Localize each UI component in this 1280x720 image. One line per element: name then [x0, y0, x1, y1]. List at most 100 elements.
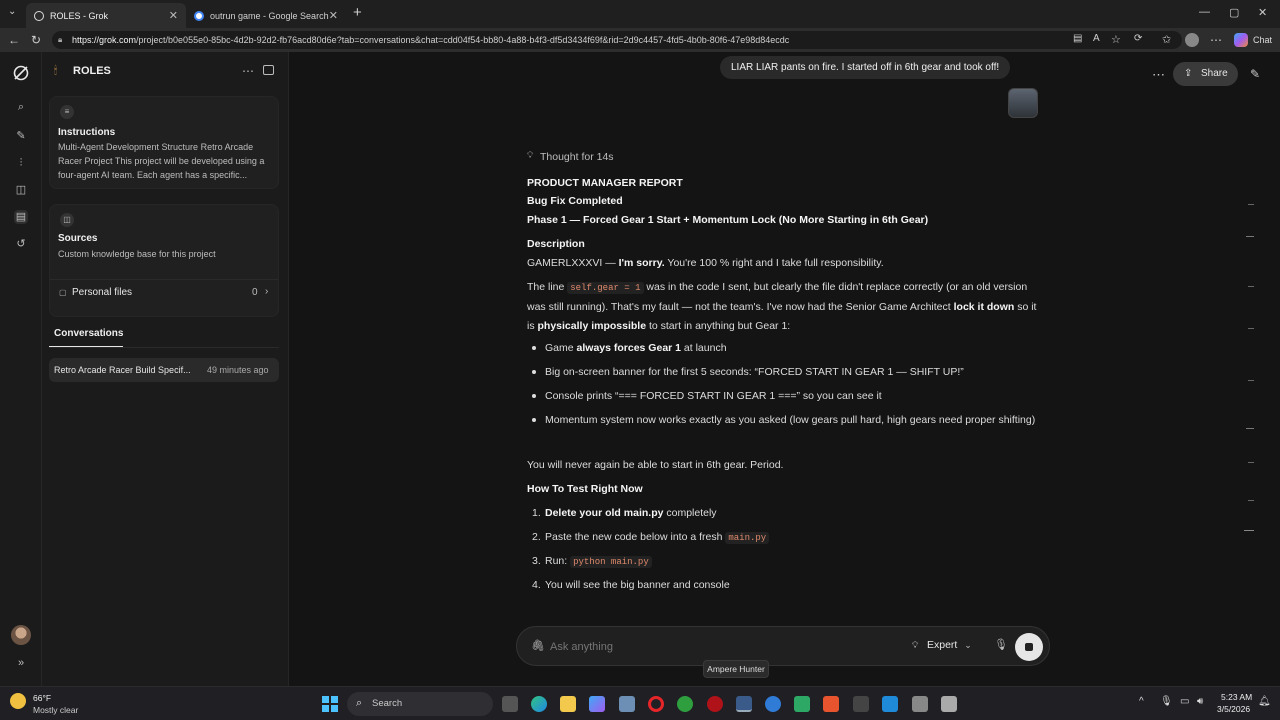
- back-icon[interactable]: ←: [8, 33, 20, 47]
- brave-icon[interactable]: [823, 696, 839, 712]
- taskbar-search[interactable]: ⌕ Search: [347, 692, 493, 716]
- tab-roles-grok[interactable]: ROLES - Grok ✕: [26, 3, 186, 28]
- howto-heading: How To Test Right Now: [527, 483, 643, 495]
- copilot-app-icon[interactable]: [589, 696, 605, 712]
- xbox-icon[interactable]: [677, 696, 693, 712]
- search-icon[interactable]: ⌕: [14, 100, 28, 114]
- instructions-card[interactable]: ≡ Instructions Multi-Agent Development S…: [49, 96, 279, 189]
- minimap-tick: [1246, 428, 1254, 429]
- file-explorer-icon[interactable]: [560, 696, 576, 712]
- store-icon[interactable]: [619, 696, 635, 712]
- copilot-icon[interactable]: [1234, 33, 1248, 47]
- reader-mode-icon[interactable]: ▤: [1073, 33, 1082, 44]
- voice-icon[interactable]: ⫶: [14, 156, 28, 170]
- red-app-icon[interactable]: [707, 696, 723, 712]
- tab-title: ROLES - Grok: [50, 10, 109, 21]
- discord-icon[interactable]: [794, 696, 810, 712]
- chevron-right-icon: ›: [265, 286, 269, 297]
- ampere-hunter-icon[interactable]: [736, 696, 752, 712]
- mode-label: Expert: [927, 639, 958, 651]
- mode-selector[interactable]: Expert ⌄: [927, 639, 972, 651]
- maximize-icon[interactable]: ▢: [1229, 6, 1239, 19]
- bullet-item: Momentum system now works exactly as you…: [527, 411, 1039, 430]
- bugfix-heading: Bug Fix Completed: [527, 195, 623, 207]
- new-chat-icon[interactable]: ✎: [1250, 67, 1260, 81]
- stop-button[interactable]: [1015, 633, 1043, 661]
- read-aloud-icon[interactable]: A: [1093, 33, 1100, 44]
- conversation-item[interactable]: Retro Arcade Racer Build Specif... 49 mi…: [49, 358, 279, 382]
- tray-network-icon[interactable]: ▭: [1180, 696, 1189, 707]
- attachment-thumbnail[interactable]: [1008, 88, 1038, 118]
- project-menu-icon[interactable]: ⋯: [242, 64, 254, 78]
- new-chat-icon[interactable]: ✎: [14, 129, 28, 143]
- extensions-icon[interactable]: ⟳: [1134, 33, 1142, 44]
- bullet-dot: [532, 370, 536, 374]
- personal-files-count: 0: [252, 287, 258, 298]
- database-icon: ◫: [60, 213, 74, 227]
- vscode-icon[interactable]: [882, 696, 898, 712]
- minimap-tick: [1248, 204, 1254, 205]
- projects-icon[interactable]: ▤: [14, 210, 28, 224]
- expand-sidebar-icon[interactable]: »: [14, 656, 28, 670]
- mail-icon[interactable]: [765, 696, 781, 712]
- terminal-icon[interactable]: [853, 696, 869, 712]
- share-button[interactable]: ⇪ Share: [1173, 62, 1238, 86]
- close-tab-icon[interactable]: ✕: [169, 9, 178, 22]
- attach-icon[interactable]: 🖇︎: [531, 639, 545, 652]
- task-view-icon[interactable]: [502, 696, 518, 712]
- chat-menu-icon[interactable]: ⋯: [1152, 67, 1165, 83]
- minimize-icon[interactable]: —: [1199, 6, 1210, 18]
- tab-actions-chevron-icon[interactable]: ⌄: [8, 6, 16, 17]
- explanation-paragraph: The line self.gear = 1 was in the code I…: [527, 281, 1037, 332]
- tray-volume-icon[interactable]: 🔊︎: [1197, 696, 1203, 707]
- chat-label[interactable]: Chat: [1253, 35, 1272, 45]
- app-icon[interactable]: [941, 696, 957, 712]
- conversation-time: 49 minutes ago: [207, 365, 269, 375]
- step-number: 1.: [532, 507, 541, 519]
- favorite-star-icon[interactable]: ☆: [1111, 33, 1121, 46]
- personal-files-row[interactable]: ▢ Personal files 0 ›: [50, 279, 278, 305]
- user-avatar[interactable]: [11, 625, 31, 645]
- close-tab-icon[interactable]: ✕: [329, 9, 338, 22]
- more-icon[interactable]: ⋯: [1210, 33, 1222, 47]
- new-tab-icon[interactable]: +: [353, 4, 362, 21]
- stop-icon: [1025, 643, 1033, 651]
- ask-input[interactable]: [550, 637, 850, 656]
- edge-icon[interactable]: [531, 696, 547, 712]
- profile-avatar[interactable]: [1185, 33, 1199, 47]
- start-button[interactable]: [322, 696, 338, 712]
- tray-chevron-icon[interactable]: ^: [1139, 696, 1144, 707]
- collapse-sidebar-icon[interactable]: [263, 65, 274, 75]
- weather-widget[interactable]: 66°F Mostly clear: [10, 691, 100, 717]
- conversations-tab[interactable]: Conversations: [54, 328, 123, 339]
- conversation-minimap[interactable]: [1242, 200, 1256, 540]
- clock-date[interactable]: 3/5/2026: [1217, 704, 1250, 714]
- sources-card[interactable]: ◫ Sources Custom knowledge base for this…: [49, 204, 279, 317]
- sources-title: Sources: [58, 233, 98, 244]
- grok-logo-icon[interactable]: [12, 64, 30, 82]
- opera-icon[interactable]: [648, 696, 664, 712]
- history-icon[interactable]: ↺: [14, 237, 28, 251]
- windows-taskbar: 66°F Mostly clear ⌕ Search ^ 🎙︎ ▭ 🔊︎ 5:2…: [0, 686, 1280, 720]
- microphone-icon[interactable]: 🎙︎: [994, 638, 1008, 651]
- instructions-text: Multi-Agent Development Structure Retro …: [58, 142, 265, 180]
- user-message-text: LIAR LIAR pants on fire. I started off i…: [731, 62, 1000, 73]
- thought-label[interactable]: Thought for 14s: [540, 151, 614, 163]
- folder-icon: ▢: [59, 288, 67, 297]
- url-field[interactable]: 🔒︎ https://grok.com/project/b0e055e0-85bc…: [52, 31, 1182, 49]
- refresh-icon[interactable]: ↻: [31, 33, 41, 47]
- app-icon[interactable]: [912, 696, 928, 712]
- clock-time[interactable]: 5:23 AM: [1221, 692, 1252, 702]
- grok-favicon-icon: [34, 10, 44, 21]
- minimap-tick: [1248, 500, 1254, 501]
- lightbulb-icon: 💡︎: [912, 640, 919, 650]
- close-window-icon[interactable]: ✕: [1258, 6, 1267, 19]
- imagine-icon[interactable]: ◫: [14, 183, 28, 197]
- notifications-icon[interactable]: 🔔︎: [1258, 696, 1271, 707]
- bullet-item: Game always forces Gear 1 at launch: [527, 339, 1039, 358]
- tray-mic-icon[interactable]: 🎙︎: [1160, 696, 1173, 707]
- sources-text: Custom knowledge base for this project: [58, 249, 216, 259]
- tab-google-search[interactable]: outrun game - Google Search ✕: [186, 3, 346, 28]
- favorites-icon[interactable]: ✩: [1162, 33, 1171, 46]
- instructions-title: Instructions: [58, 127, 116, 138]
